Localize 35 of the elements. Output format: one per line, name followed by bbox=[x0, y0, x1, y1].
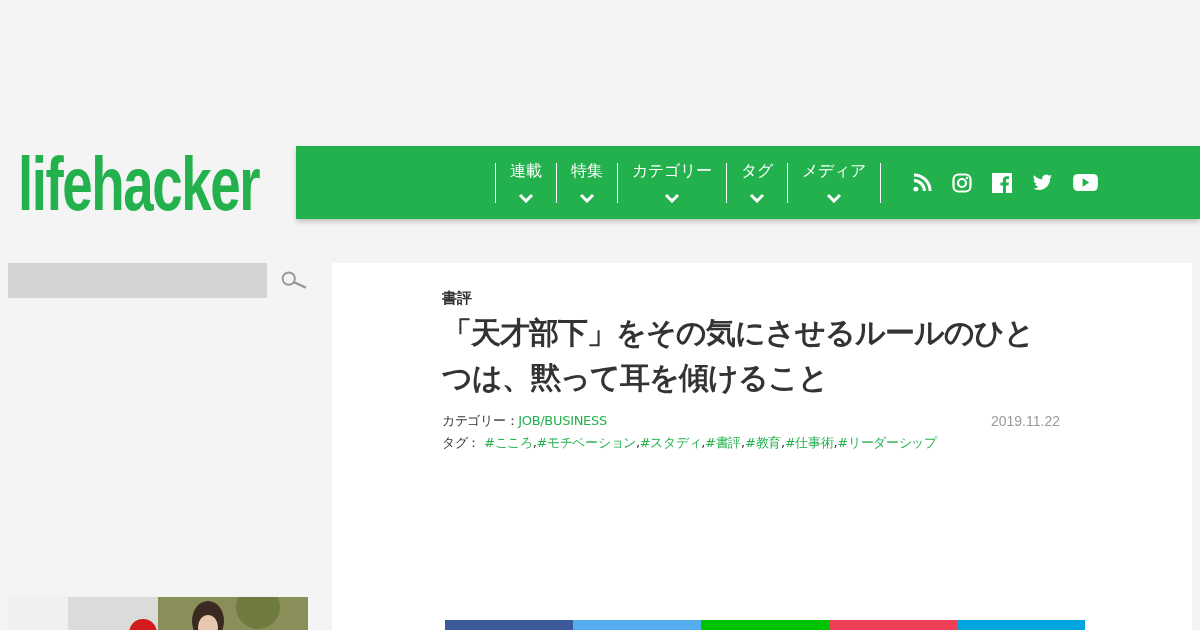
chevron-down-icon bbox=[664, 192, 680, 203]
tag-link[interactable]: #モチベーション bbox=[536, 435, 636, 450]
tags-label: タグ： bbox=[442, 435, 481, 450]
nav-menu-item[interactable]: 連載 bbox=[496, 162, 557, 203]
chevron-down-icon bbox=[579, 192, 595, 203]
tag-separator: , bbox=[741, 435, 745, 450]
rss-icon[interactable] bbox=[913, 173, 932, 192]
tag-separator: , bbox=[833, 435, 838, 450]
publish-date: 2019.11.22 bbox=[990, 413, 1060, 429]
twitter-icon[interactable] bbox=[1032, 173, 1053, 192]
section-label: 書評 bbox=[442, 289, 473, 308]
tag-link[interactable]: #リーダーシップ bbox=[837, 435, 937, 450]
tag-separator: , bbox=[701, 435, 706, 450]
nav-menu-item[interactable]: 特集 bbox=[557, 162, 618, 203]
nav-menu-item[interactable]: メディア bbox=[788, 162, 881, 203]
chevron-down-icon bbox=[518, 192, 534, 203]
tag-separator: , bbox=[780, 435, 785, 450]
category-label: カテゴリー： bbox=[442, 413, 519, 428]
tag-link[interactable]: #こころ bbox=[483, 435, 533, 450]
facebook-icon[interactable] bbox=[992, 172, 1012, 193]
tag-link[interactable]: #書評 bbox=[705, 435, 742, 450]
tag-separator: , bbox=[532, 435, 537, 450]
search-field[interactable] bbox=[8, 263, 268, 298]
category-link[interactable]: JOB/BUSINESS bbox=[518, 413, 607, 428]
instagram-icon[interactable] bbox=[952, 172, 972, 193]
article-title: 「天才部下」をその気にさせるルールのひとつは、黙って耳を傾けること bbox=[442, 314, 1035, 397]
nav-menu-item[interactable]: カテゴリー bbox=[618, 162, 727, 203]
site-logo[interactable]: lifehacker bbox=[18, 145, 260, 222]
tag-separator: , bbox=[636, 435, 640, 450]
search-icon[interactable] bbox=[281, 270, 308, 290]
tag-link[interactable]: #教育 bbox=[744, 435, 781, 450]
chevron-down-icon bbox=[826, 192, 842, 203]
chevron-down-icon bbox=[749, 192, 765, 203]
youtube-icon[interactable] bbox=[1073, 173, 1098, 192]
nav-menu-item[interactable]: タグ bbox=[727, 162, 788, 203]
